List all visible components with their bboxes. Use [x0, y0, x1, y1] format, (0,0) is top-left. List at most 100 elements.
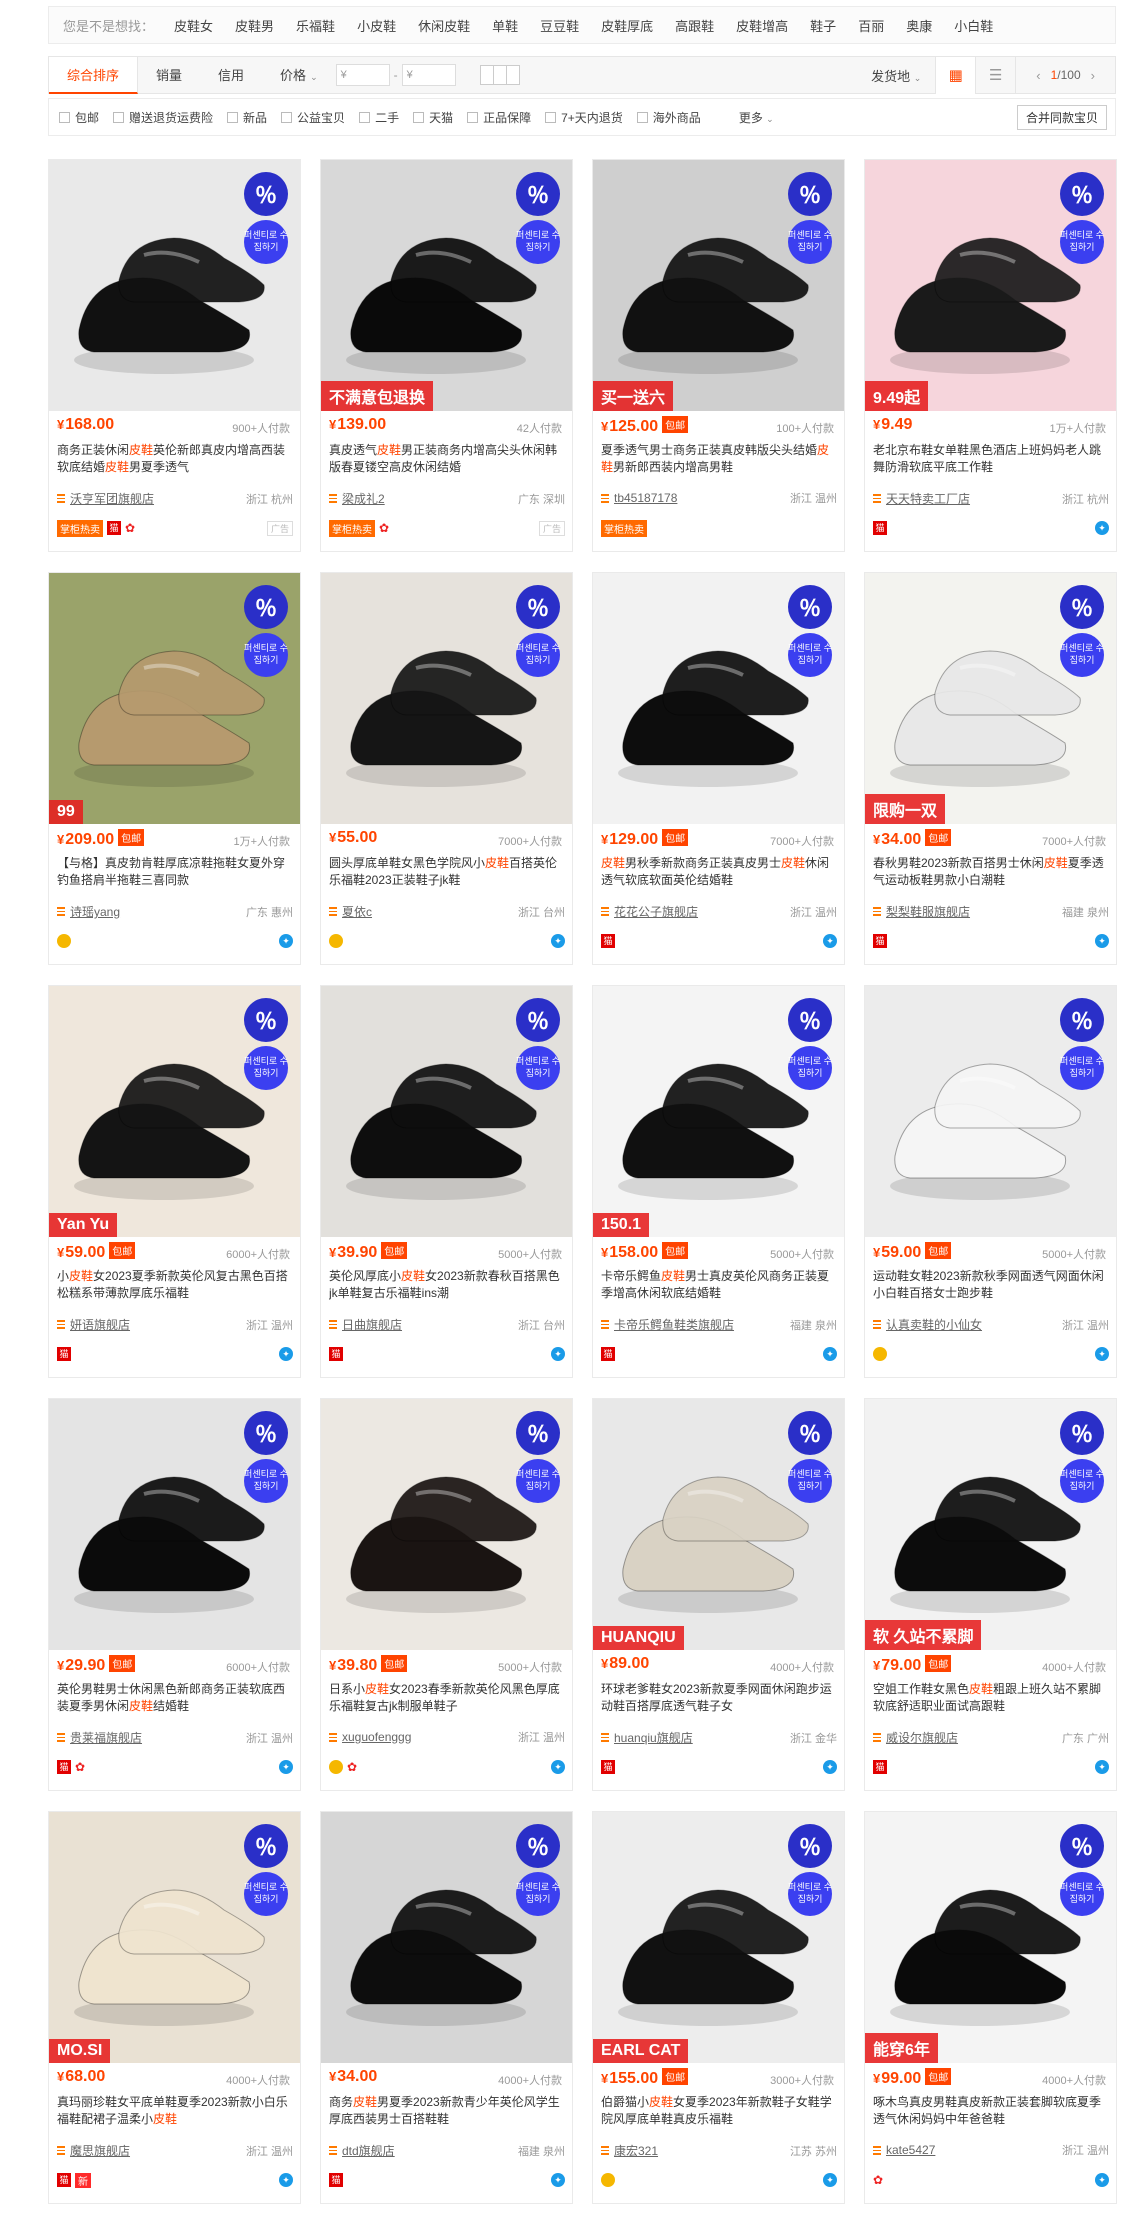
shop-name[interactable]: 沃亨军团旗舰店: [70, 490, 154, 507]
product-card[interactable]: 软 久站不累脚 ％ 퍼센티로 수집하기 ¥79.00 包邮 4000+人付款 空姐工作鞋女黑…: [864, 1398, 1117, 1791]
list-icon[interactable]: ☰: [975, 56, 1015, 94]
percent-circle-icon[interactable]: ％: [516, 998, 560, 1042]
percent-circle-icon[interactable]: ％: [788, 998, 832, 1042]
product-image-wrap[interactable]: 9.49起 ％ 퍼센티로 수집하기: [865, 160, 1116, 411]
shop-name[interactable]: 花花公子旗舰店: [614, 903, 698, 920]
density-toggle[interactable]: [479, 65, 520, 85]
product-card[interactable]: ％ 퍼센티로 수집하기 ¥129.00 包邮 7000+人付款 皮鞋男秋季新款商务正装真皮…: [592, 572, 845, 965]
chat-icon[interactable]: ✦: [1095, 1760, 1109, 1774]
product-image-wrap[interactable]: 能穿6年 ％ 퍼센티로 수집하기: [865, 1812, 1116, 2063]
shop-name[interactable]: 贵莱福旗舰店: [70, 1729, 142, 1746]
chat-icon[interactable]: ✦: [823, 1347, 837, 1361]
tab-price[interactable]: 价格 ⌄: [262, 57, 336, 94]
checkbox-icon[interactable]: [467, 111, 479, 123]
suggestion-keyword[interactable]: 小皮鞋: [357, 16, 396, 35]
tab-default-sort[interactable]: 综合排序: [49, 56, 139, 94]
collect-badge[interactable]: 퍼센티로 수집하기: [1060, 1046, 1104, 1090]
product-card[interactable]: HUANQIU ％ 퍼센티로 수집하기 ¥89.00 4000+人付款 环球老爹鞋女202…: [592, 1398, 845, 1791]
product-image-wrap[interactable]: ％ 퍼센티로 수집하기: [321, 986, 572, 1237]
shop-name[interactable]: 康宏321: [614, 2142, 658, 2159]
product-card[interactable]: ％ 퍼센티로 수집하기 ¥39.90 包邮 5000+人付款 英伦风厚底小皮鞋女2023新…: [320, 985, 573, 1378]
shop-name[interactable]: xuguofenggg: [342, 1730, 411, 1744]
chat-icon[interactable]: ✦: [1095, 934, 1109, 948]
product-title[interactable]: 运动鞋女鞋2023新款秋季网面透气网面休闲小白鞋百搭女士跑步鞋: [873, 1268, 1109, 1302]
percent-circle-icon[interactable]: ％: [516, 585, 560, 629]
product-title[interactable]: 日系小皮鞋女2023春季新款英伦风黑色厚底乐福鞋复古jk制服单鞋子: [329, 1681, 565, 1715]
product-title[interactable]: 商务正装休闲皮鞋英伦新郎真皮内增高西装软底结婚皮鞋男夏季透气: [57, 442, 293, 476]
collect-badge[interactable]: 퍼센티로 수집하기: [1060, 1872, 1104, 1916]
suggestion-keyword[interactable]: 高跟鞋: [675, 16, 714, 35]
suggestion-keyword[interactable]: 皮鞋女: [174, 16, 213, 35]
checkbox-icon[interactable]: [59, 111, 70, 123]
filter-checkbox[interactable]: 正品保障: [467, 109, 531, 126]
filter-checkbox[interactable]: 公益宝贝: [281, 109, 345, 126]
percent-circle-icon[interactable]: ％: [244, 585, 288, 629]
product-title[interactable]: 空姐工作鞋女黑色皮鞋粗跟上班久站不累脚软底舒适职业面试高跟鞋: [873, 1681, 1109, 1715]
suggestion-keyword[interactable]: 乐福鞋: [296, 16, 335, 35]
product-title[interactable]: 英伦风厚底小皮鞋女2023新款春秋百搭黑色jk单鞋复古乐福鞋ins潮: [329, 1268, 565, 1302]
percent-circle-icon[interactable]: ％: [788, 585, 832, 629]
filter-checkbox[interactable]: 二手: [359, 109, 399, 126]
product-card[interactable]: MO.SI ％ 퍼센티로 수집하기 ¥68.00 4000+人付款 真玛丽珍鞋女平底单鞋夏…: [48, 1811, 301, 2204]
suggestion-keyword[interactable]: 奥康: [906, 16, 932, 35]
percent-circle-icon[interactable]: ％: [244, 998, 288, 1042]
checkbox-icon[interactable]: [227, 111, 239, 123]
percent-circle-icon[interactable]: ％: [244, 1824, 288, 1868]
chevron-left-icon[interactable]: ‹: [1036, 68, 1040, 83]
product-image-wrap[interactable]: 99 ％ 퍼센티로 수집하기: [49, 573, 300, 824]
filter-checkbox[interactable]: 海外商品: [636, 109, 701, 126]
chat-icon[interactable]: ✦: [551, 934, 565, 948]
product-title[interactable]: 啄木鸟真皮男鞋真皮新款正装套脚软底夏季透气休闲妈妈中年爸爸鞋: [873, 2094, 1109, 2128]
tab-credit[interactable]: 信用: [200, 57, 262, 94]
shop-name[interactable]: dtd旗舰店: [342, 2142, 395, 2159]
collect-badge[interactable]: 퍼센티로 수집하기: [1060, 633, 1104, 677]
collect-badge[interactable]: 퍼센티로 수집하기: [244, 1459, 288, 1503]
suggestion-keyword[interactable]: 休闲皮鞋: [418, 16, 470, 35]
checkbox-icon[interactable]: [413, 111, 425, 123]
product-title[interactable]: 圆头厚底单鞋女黑色学院风小皮鞋百搭英伦乐福鞋2023正装鞋子jk鞋: [329, 855, 565, 889]
collect-badge[interactable]: 퍼센티로 수집하기: [516, 1046, 560, 1090]
collect-badge[interactable]: 퍼센티로 수집하기: [788, 1872, 832, 1916]
product-image-wrap[interactable]: ％ 퍼센티로 수집하기: [321, 573, 572, 824]
product-image-wrap[interactable]: 软 久站不累脚 ％ 퍼센티로 수집하기: [865, 1399, 1116, 1650]
chat-icon[interactable]: ✦: [279, 1760, 293, 1774]
chat-icon[interactable]: ✦: [551, 1760, 565, 1774]
collect-badge[interactable]: 퍼센티로 수집하기: [788, 220, 832, 264]
percent-circle-icon[interactable]: ％: [1060, 1824, 1104, 1868]
percent-circle-icon[interactable]: ％: [1060, 998, 1104, 1042]
tab-sales[interactable]: 销量: [138, 57, 200, 94]
product-title[interactable]: 卡帝乐鳄鱼皮鞋男士真皮英伦风商务正装夏季增高休闲软底结婚鞋: [601, 1268, 837, 1302]
product-card[interactable]: 9.49起 ％ 퍼센티로 수집하기 ¥9.49 1万+人付款 老北京布鞋女单鞋黑色酒店上班…: [864, 159, 1117, 552]
product-title[interactable]: 伯爵猫小皮鞋女夏季2023年新款鞋子女鞋学院风厚底单鞋真皮乐福鞋: [601, 2094, 837, 2128]
suggestion-keyword[interactable]: 小白鞋: [954, 16, 993, 35]
collect-badge[interactable]: 퍼센티로 수집하기: [788, 633, 832, 677]
product-image-wrap[interactable]: 150.1 ％ 퍼센티로 수집하기: [593, 986, 844, 1237]
product-title[interactable]: 老北京布鞋女单鞋黑色酒店上班妈妈老人跳舞防滑软底平底工作鞋: [873, 442, 1109, 476]
product-title[interactable]: 真皮透气皮鞋男正装商务内增高尖头休闲韩版春夏镂空高皮休闲结婚: [329, 442, 565, 476]
collect-badge[interactable]: 퍼센티로 수집하기: [516, 1872, 560, 1916]
suggestion-keyword[interactable]: 皮鞋厚底: [601, 16, 653, 35]
collect-badge[interactable]: 퍼센티로 수집하기: [244, 1872, 288, 1916]
collect-badge[interactable]: 퍼센티로 수집하기: [244, 220, 288, 264]
collect-badge[interactable]: 퍼센티로 수집하기: [516, 633, 560, 677]
product-image-wrap[interactable]: ％ 퍼센티로 수집하기: [593, 573, 844, 824]
checkbox-icon[interactable]: [113, 111, 125, 123]
grid-icon[interactable]: ▦: [935, 56, 976, 94]
shop-name[interactable]: 诗瑶yang: [70, 903, 120, 920]
shop-name[interactable]: 夏依c: [342, 903, 372, 920]
checkbox-icon[interactable]: [636, 111, 648, 123]
more-filters-button[interactable]: 更多 ⌄: [739, 109, 774, 126]
product-image-wrap[interactable]: HUANQIU ％ 퍼센티로 수집하기: [593, 1399, 844, 1650]
product-title[interactable]: 【与格】真皮勃肯鞋厚底凉鞋拖鞋女夏外穿钓鱼搭肩半拖鞋三喜同款: [57, 855, 293, 889]
shop-name[interactable]: 妍语旗舰店: [70, 1316, 130, 1333]
price-min-input[interactable]: ¥: [335, 64, 390, 86]
product-image-wrap[interactable]: 限购一双 ％ 퍼센티로 수집하기: [865, 573, 1116, 824]
product-title[interactable]: 小皮鞋女2023夏季新款英伦风复古黑色百搭松糕系带薄款厚底乐福鞋: [57, 1268, 293, 1302]
chat-icon[interactable]: ✦: [823, 2173, 837, 2187]
product-image-wrap[interactable]: EARL CAT ％ 퍼센티로 수집하기: [593, 1812, 844, 2063]
shop-name[interactable]: 卡帝乐鳄鱼鞋类旗舰店: [614, 1316, 734, 1333]
product-image-wrap[interactable]: ％ 퍼센티로 수집하기: [49, 160, 300, 411]
collect-badge[interactable]: 퍼센티로 수집하기: [788, 1459, 832, 1503]
suggestion-keyword[interactable]: 皮鞋增高: [736, 16, 788, 35]
product-image-wrap[interactable]: Yan Yu ％ 퍼센티로 수집하기: [49, 986, 300, 1237]
